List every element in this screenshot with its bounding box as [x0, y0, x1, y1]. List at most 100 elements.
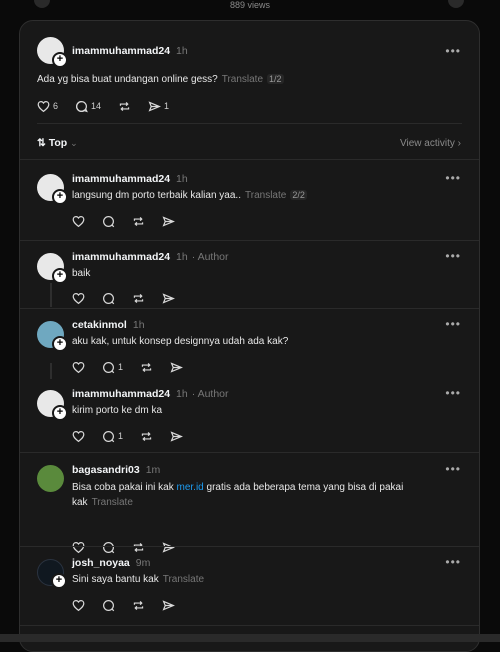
repost-icon [133, 600, 144, 610]
repost-button[interactable] [132, 541, 145, 554]
reply-more-button[interactable]: ••• [445, 386, 461, 400]
reply-more-button[interactable]: ••• [445, 249, 461, 263]
post-username[interactable]: imammuhammad24 1h [72, 45, 188, 57]
reply-username[interactable]: imammuhammad24 1h · Author [72, 388, 229, 400]
post-more-button[interactable]: ••• [445, 44, 461, 58]
reply-time: 1h [176, 173, 188, 185]
reply-more-button[interactable]: ••• [445, 462, 461, 476]
follow-plus-icon[interactable]: + [52, 336, 68, 352]
reply-button[interactable]: 1 [102, 430, 123, 443]
repost-button[interactable] [132, 215, 145, 228]
avatar[interactable]: + [37, 174, 68, 205]
heart-icon [72, 430, 85, 442]
reply-actions [72, 598, 192, 612]
reply-username[interactable]: imammuhammad24 1h · Author [72, 251, 229, 263]
share-button[interactable] [162, 292, 175, 305]
translate-link[interactable]: Translate [222, 74, 263, 85]
reply-actions [72, 540, 192, 554]
view-activity-link[interactable]: View activity › [400, 138, 461, 149]
like-button[interactable] [72, 292, 85, 305]
link[interactable]: mer.id [177, 482, 204, 493]
translate-link[interactable]: Translate [245, 190, 286, 201]
reply-count: 1 [118, 362, 124, 372]
translate-link[interactable]: Translate [92, 497, 133, 508]
repost-button[interactable] [132, 292, 145, 305]
avatar[interactable] [37, 465, 64, 492]
like-button[interactable]: 6 [37, 100, 58, 113]
reply-button[interactable]: 1 [102, 361, 123, 374]
comment-icon [103, 541, 115, 553]
sort-row: ⇅ Top ⌄ View activity › [20, 129, 479, 159]
thread-line [50, 283, 52, 307]
repost-button[interactable] [140, 430, 153, 443]
avatar[interactable]: + [37, 559, 67, 589]
author-badge: · Author [191, 251, 229, 263]
follow-plus-icon[interactable]: + [51, 573, 67, 589]
follow-plus-icon[interactable]: + [52, 405, 68, 421]
page-indicator: 1/2 [267, 74, 284, 84]
like-button[interactable] [72, 215, 85, 228]
sort-arrows-icon: ⇅ [37, 137, 46, 149]
reply-button[interactable] [102, 599, 115, 612]
heart-icon [72, 541, 85, 553]
view-count: 889 views [229, 0, 271, 10]
send-icon [170, 430, 183, 442]
share-button[interactable] [170, 430, 183, 443]
heart-icon [72, 599, 85, 611]
share-button[interactable] [162, 541, 175, 554]
divider [20, 240, 479, 241]
heart-icon [72, 292, 85, 304]
heart-icon [72, 361, 85, 373]
repost-icon [133, 216, 144, 226]
share-count: 1 [164, 101, 170, 111]
reply-time: 1h [176, 388, 188, 400]
reply-button[interactable] [102, 215, 115, 228]
send-icon [162, 215, 175, 227]
translate-link[interactable]: Translate [163, 574, 204, 585]
repost-icon [141, 431, 152, 441]
reply-username[interactable]: cetakinmol 1h [72, 319, 145, 331]
chevron-down-icon: ⌄ [70, 138, 78, 148]
page-indicator: 2/2 [290, 190, 307, 200]
repost-icon [133, 293, 144, 303]
reply-more-button[interactable]: ••• [445, 555, 461, 569]
reply-button[interactable]: 14 [75, 100, 101, 113]
reply-username[interactable]: imammuhammad24 1h [72, 173, 188, 185]
follow-plus-icon[interactable]: + [52, 52, 68, 68]
repost-button[interactable] [132, 599, 145, 612]
follow-plus-icon[interactable]: + [52, 268, 68, 284]
repost-button[interactable] [140, 361, 153, 374]
sort-dropdown[interactable]: ⇅ Top ⌄ [37, 137, 78, 149]
avatar[interactable]: + [37, 390, 68, 421]
follow-plus-icon[interactable]: + [52, 189, 68, 205]
share-button[interactable] [170, 361, 183, 374]
reply-time: 1h [132, 319, 145, 331]
reply-button[interactable] [102, 541, 115, 554]
share-button[interactable] [162, 215, 175, 228]
reply-username[interactable]: josh_noyaa 9m [72, 557, 150, 569]
reply-count: 1 [118, 431, 124, 441]
like-button[interactable] [72, 361, 85, 374]
share-button[interactable]: 1 [148, 100, 169, 113]
reply-more-button[interactable]: ••• [445, 171, 461, 185]
repost-icon [133, 542, 144, 552]
like-button[interactable] [72, 541, 85, 554]
comment-icon [103, 361, 115, 373]
reply-more-button[interactable]: ••• [445, 317, 461, 331]
bottom-edge [0, 634, 500, 642]
avatar[interactable]: + [37, 253, 68, 284]
reply-button[interactable] [102, 292, 115, 305]
like-button[interactable] [72, 599, 85, 612]
comment-icon [103, 430, 115, 442]
like-button[interactable] [72, 430, 85, 443]
avatar[interactable]: + [37, 321, 68, 352]
share-button[interactable] [162, 599, 175, 612]
like-count: 6 [53, 101, 59, 111]
reply-username[interactable]: bagasandri03 1m [72, 464, 160, 476]
avatar[interactable]: + [37, 37, 68, 68]
reply-text: aku kak, untuk konsep designnya udah ada… [72, 336, 289, 347]
reply-time: 9m [135, 557, 151, 569]
repost-icon [141, 362, 152, 372]
repost-button[interactable] [118, 100, 131, 113]
comment-icon [76, 100, 88, 112]
